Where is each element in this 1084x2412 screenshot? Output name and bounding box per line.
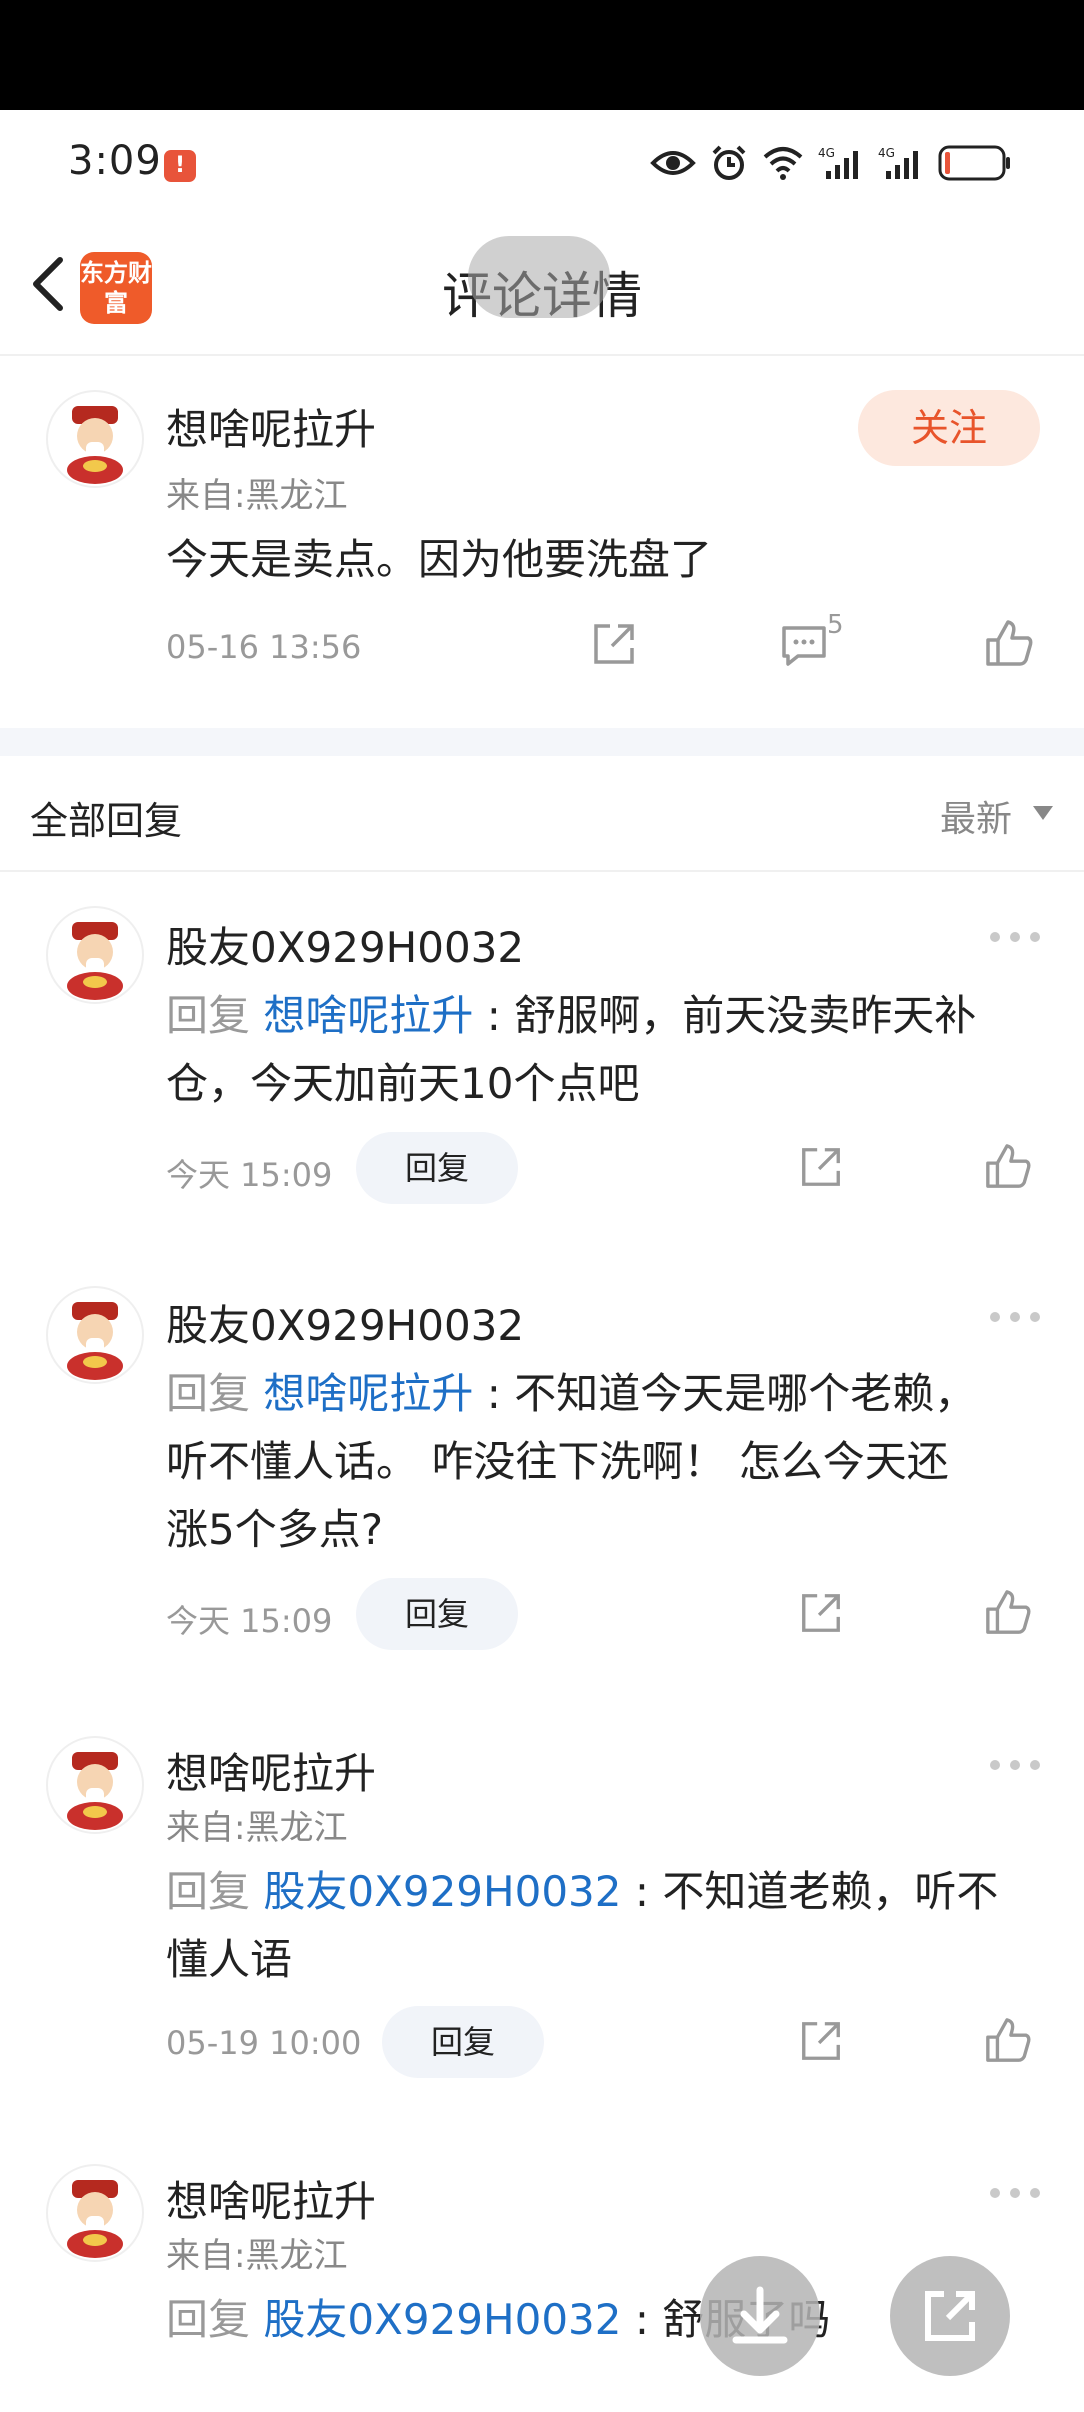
eye-icon — [650, 151, 696, 175]
reply-location: 来自:黑龙江 — [166, 1808, 348, 1848]
reply-text: 回复 股友0X929H0032 : 不知道老赖，听不 — [166, 1858, 1046, 1926]
reply-text-line: 懂人语 — [166, 1935, 293, 1984]
reply-to-link[interactable]: 想啥呢拉升 — [263, 991, 473, 1040]
avatar[interactable] — [46, 2164, 144, 2262]
status-time: 3:09 — [68, 138, 162, 184]
reply-timestamp: 今天 15:09 — [166, 1156, 333, 1194]
camera-cutout-bar — [0, 0, 1084, 110]
reply-text: 回复 想啥呢拉升 : 舒服啊，前天没卖昨天补 — [166, 982, 1046, 1050]
reply-button[interactable]: 回复 — [356, 1578, 518, 1650]
svg-text:4G: 4G — [818, 146, 835, 160]
wifi-icon — [763, 147, 803, 180]
share-icon — [925, 2291, 975, 2341]
share-icon[interactable] — [798, 1144, 844, 1190]
more-options-icon[interactable] — [990, 932, 1042, 944]
post-timestamp: 05-16 13:56 — [166, 628, 362, 666]
reply-text-line: 涨5个多点? — [166, 1505, 384, 1554]
reply-timestamp: 今天 15:09 — [166, 1602, 333, 1640]
share-icon[interactable] — [798, 2018, 844, 2064]
download-button[interactable] — [700, 2256, 820, 2376]
reply-text-line: 听不懂人话。 咋没往下洗啊！ 怎么今天还 — [166, 1437, 949, 1486]
replies-title: 全部回复 — [30, 799, 183, 843]
reply-text-line: : 不知道老赖，听不 — [621, 1867, 999, 1916]
reply-author[interactable]: 想啥呢拉升 — [166, 2168, 376, 2229]
like-icon[interactable] — [984, 1142, 1032, 1190]
reply-text-line: : 舒服啊，前天没卖昨天补 — [473, 991, 977, 1040]
reply-author[interactable]: 股友0X929H0032 — [166, 1292, 524, 1353]
reply-to-link[interactable]: 股友0X929H0032 — [263, 2295, 621, 2344]
reply-button[interactable]: 回复 — [356, 1132, 518, 1204]
comment-count: 5 — [827, 610, 844, 640]
share-icon[interactable] — [590, 620, 638, 668]
post-location: 来自:黑龙江 — [166, 476, 348, 516]
like-icon[interactable] — [984, 618, 1034, 668]
download-icon — [732, 2286, 788, 2344]
reply-prefix: 回复 — [166, 991, 264, 1040]
reply-text-line: : 不知道今天是哪个老赖， — [473, 1369, 977, 1418]
reply-text-line: 仓，今天加前天10个点吧 — [166, 1059, 640, 1108]
avatar[interactable] — [46, 1736, 144, 1834]
divider — [0, 870, 1084, 872]
alarm-icon — [712, 145, 746, 180]
reply-to-link[interactable]: 想啥呢拉升 — [263, 1369, 473, 1418]
like-icon[interactable] — [984, 1588, 1032, 1636]
more-options-icon[interactable] — [990, 1312, 1042, 1324]
avatar[interactable] — [46, 390, 144, 488]
signal-4g-icon: 4G — [818, 146, 858, 179]
reply-button[interactable]: 回复 — [382, 2006, 544, 2078]
share-icon[interactable] — [798, 1590, 844, 1636]
avatar-fortune-god-icon — [67, 1752, 123, 1830]
avatar-fortune-god-icon — [67, 1302, 123, 1380]
reply-text: 回复 想啥呢拉升 : 不知道今天是哪个老赖， — [166, 1360, 1046, 1428]
reply-prefix: 回复 — [166, 2295, 264, 2344]
reply-author[interactable]: 股友0X929H0032 — [166, 914, 524, 975]
comment-icon[interactable] — [780, 620, 828, 668]
reply-prefix: 回复 — [166, 1867, 264, 1916]
share-fab-button[interactable] — [890, 2256, 1010, 2376]
avatar-fortune-god-icon — [67, 922, 123, 1000]
chevron-down-icon — [1033, 806, 1053, 820]
section-gap — [0, 728, 1084, 756]
reply-to-link[interactable]: 股友0X929H0032 — [263, 1867, 621, 1916]
follow-button[interactable]: 关注 — [858, 390, 1040, 466]
more-options-icon[interactable] — [990, 2188, 1042, 2200]
avatar-fortune-god-icon — [67, 406, 123, 484]
avatar[interactable] — [46, 906, 144, 1004]
more-options-icon[interactable] — [990, 1760, 1042, 1772]
svg-text:4G: 4G — [878, 146, 895, 160]
sort-dropdown[interactable]: 最新 — [940, 790, 1012, 842]
post-content: 今天是卖点。因为他要洗盘了 — [166, 535, 713, 584]
reply-prefix: 回复 — [166, 1369, 264, 1418]
post-author[interactable]: 想啥呢拉升 — [166, 396, 376, 457]
reply-timestamp: 05-19 10:00 — [166, 2024, 362, 2062]
reply-author[interactable]: 想啥呢拉升 — [166, 1740, 376, 1801]
signal-4g-icon-2: 4G — [878, 146, 918, 179]
avatar-fortune-god-icon — [67, 2180, 123, 2258]
avatar[interactable] — [46, 1286, 144, 1384]
status-icons: 4G 4G — [650, 138, 1012, 188]
battery-icon — [938, 145, 1010, 181]
divider — [0, 354, 1084, 356]
page-indicator-pill[interactable] — [468, 236, 610, 318]
battery-alert-icon: ! — [164, 150, 196, 182]
reply-location: 来自:黑龙江 — [166, 2236, 348, 2276]
like-icon[interactable] — [984, 2016, 1032, 2064]
